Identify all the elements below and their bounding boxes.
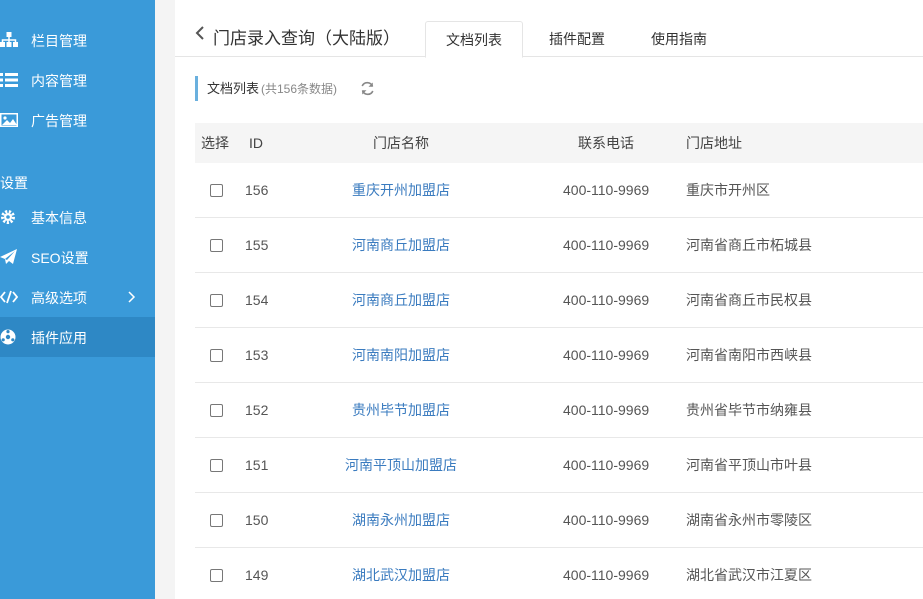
row-phone: 400-110-9969	[563, 237, 650, 253]
code-icon	[0, 290, 18, 304]
sidebar-item-advanced[interactable]: 高级选项	[0, 277, 155, 317]
content-gutter	[155, 0, 175, 599]
tab-user-guide[interactable]: 使用指南	[633, 21, 725, 58]
table-header: 选择 ID 门店名称 联系电话 门店地址	[195, 123, 923, 163]
sidebar-item-label: 高级选项	[31, 290, 87, 306]
row-address: 重庆市开州区	[686, 182, 770, 198]
table-row: 152 贵州毕节加盟店 400-110-9969 贵州省毕节市纳雍县	[195, 383, 923, 438]
store-name-link[interactable]: 河南商丘加盟店	[321, 218, 481, 273]
sidebar-item-ads[interactable]: 广告管理	[0, 100, 155, 140]
row-checkbox[interactable]	[210, 569, 223, 582]
store-name-link[interactable]: 河南南阳加盟店	[321, 328, 481, 383]
plugin-icon	[0, 329, 16, 345]
tab-document-list[interactable]: 文档列表	[425, 21, 523, 58]
chevron-left-icon[interactable]	[195, 25, 205, 41]
row-id: 151	[245, 457, 269, 473]
store-name-link[interactable]: 河南商丘加盟店	[321, 273, 481, 328]
sidebar: 栏目管理 内容管理 广告管理 设置 基本信息 SEO设置 高级选项 插件应用	[0, 0, 155, 599]
store-name-link[interactable]: 贵州毕节加盟店	[321, 383, 481, 438]
page-title: 门店录入查询（大陆版）	[213, 29, 400, 48]
row-address: 湖南省永州市零陵区	[686, 512, 812, 528]
section-title: 文档列表 (共156条数据)	[195, 76, 337, 101]
row-checkbox[interactable]	[210, 404, 223, 417]
sidebar-item-content[interactable]: 内容管理	[0, 60, 155, 100]
row-address: 河南省商丘市柘城县	[686, 237, 812, 253]
row-phone: 400-110-9969	[563, 402, 650, 418]
image-icon	[0, 113, 18, 127]
row-id: 156	[245, 182, 269, 198]
list-icon	[0, 73, 18, 87]
row-phone: 400-110-9969	[563, 182, 650, 198]
sidebar-item-label: 栏目管理	[31, 33, 87, 49]
page-header: 门店录入查询（大陆版） 文档列表 插件配置 使用指南	[175, 0, 923, 58]
row-id: 152	[245, 402, 269, 418]
sidebar-item-plugins[interactable]: 插件应用	[0, 317, 155, 357]
row-address: 河南省商丘市民权县	[686, 292, 812, 308]
row-address: 河南省平顶山市叶县	[686, 457, 812, 473]
sidebar-item-label: 广告管理	[31, 113, 87, 129]
column-header-phone: 联系电话	[578, 135, 634, 151]
sidebar-item-label: SEO设置	[31, 250, 89, 266]
table-row: 156 重庆开州加盟店 400-110-9969 重庆市开州区	[195, 163, 923, 218]
column-header-select: 选择	[201, 135, 229, 151]
refresh-icon[interactable]	[360, 81, 375, 96]
row-checkbox[interactable]	[210, 184, 223, 197]
column-header-id: ID	[249, 135, 263, 151]
chevron-right-icon	[128, 291, 136, 303]
sidebar-item-columns[interactable]: 栏目管理	[0, 20, 155, 60]
row-address: 湖北省武汉市江夏区	[686, 567, 812, 583]
column-header-address: 门店地址	[686, 135, 742, 151]
row-checkbox[interactable]	[210, 239, 223, 252]
row-address: 河南省南阳市西峡县	[686, 347, 812, 363]
send-icon	[0, 249, 17, 264]
sitemap-icon	[0, 32, 18, 47]
sidebar-item-seo[interactable]: SEO设置	[0, 237, 155, 277]
sidebar-item-label: 内容管理	[31, 73, 87, 89]
row-phone: 400-110-9969	[563, 512, 650, 528]
sidebar-group-title: 设置	[0, 175, 28, 191]
table-row: 150 湖南永州加盟店 400-110-9969 湖南省永州市零陵区	[195, 493, 923, 548]
row-checkbox[interactable]	[210, 459, 223, 472]
section-label: 文档列表	[207, 81, 260, 96]
store-name-link[interactable]: 湖北武汉加盟店	[321, 548, 481, 599]
sidebar-item-basic-info[interactable]: 基本信息	[0, 197, 155, 237]
row-id: 153	[245, 347, 269, 363]
row-phone: 400-110-9969	[563, 457, 650, 473]
table-row: 154 河南商丘加盟店 400-110-9969 河南省商丘市民权县	[195, 273, 923, 328]
table-row: 155 河南商丘加盟店 400-110-9969 河南省商丘市柘城县	[195, 218, 923, 273]
store-name-link[interactable]: 重庆开州加盟店	[321, 163, 481, 218]
store-name-link[interactable]: 湖南永州加盟店	[321, 493, 481, 548]
row-checkbox[interactable]	[210, 514, 223, 527]
gear-icon	[1, 210, 15, 224]
record-count: (共156条数据)	[261, 82, 338, 96]
sidebar-item-label: 插件应用	[31, 330, 87, 346]
row-id: 155	[245, 237, 269, 253]
row-phone: 400-110-9969	[563, 347, 650, 363]
row-id: 150	[245, 512, 269, 528]
table-row: 149 湖北武汉加盟店 400-110-9969 湖北省武汉市江夏区	[195, 548, 923, 599]
store-name-link[interactable]: 河南平顶山加盟店	[321, 438, 481, 493]
row-id: 149	[245, 567, 269, 583]
row-phone: 400-110-9969	[563, 567, 650, 583]
row-checkbox[interactable]	[210, 349, 223, 362]
row-id: 154	[245, 292, 269, 308]
column-header-name: 门店名称	[373, 135, 429, 151]
table-row: 151 河南平顶山加盟店 400-110-9969 河南省平顶山市叶县	[195, 438, 923, 493]
row-address: 贵州省毕节市纳雍县	[686, 402, 812, 418]
table-row: 153 河南南阳加盟店 400-110-9969 河南省南阳市西峡县	[195, 328, 923, 383]
row-phone: 400-110-9969	[563, 292, 650, 308]
row-checkbox[interactable]	[210, 294, 223, 307]
sidebar-item-label: 基本信息	[31, 210, 87, 226]
tab-plugin-config[interactable]: 插件配置	[529, 21, 625, 58]
